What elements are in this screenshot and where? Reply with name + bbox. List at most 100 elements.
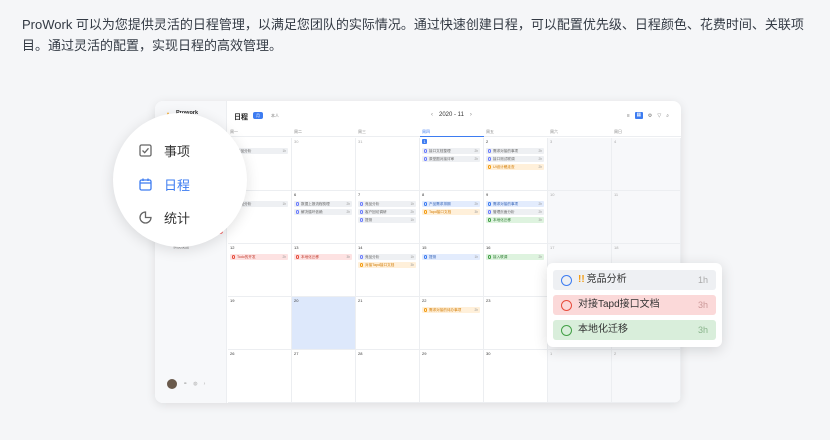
status-circle-icon[interactable] (359, 255, 364, 259)
day-cell[interactable]: 2 (612, 350, 681, 403)
status-circle-icon[interactable] (423, 255, 428, 259)
nav-item-schedule[interactable]: 日程 (139, 175, 190, 194)
day-cell[interactable]: 9 需求对接的事项 2h 管理页面分析 2h 本地化迁移 3h (484, 191, 548, 244)
schedule-event[interactable]: 需求对接的待办事项 2h (422, 307, 480, 313)
popup-item-localization[interactable]: 本地化迁移 3h (553, 320, 716, 340)
status-circle-icon[interactable] (423, 157, 428, 161)
schedule-event[interactable]: 对接Tapd接口文档 3h (358, 262, 416, 268)
day-cell[interactable]: 1 (548, 350, 612, 403)
day-cell[interactable]: 15 提测 1h (420, 244, 484, 297)
view-toggle-self[interactable]: 本人 (268, 112, 282, 119)
schedule-event[interactable]: 提测 1h (422, 254, 480, 260)
schedule-event[interactable]: 解决循环依赖 2h (294, 209, 352, 215)
day-cell[interactable]: 4 (612, 138, 681, 191)
day-cell[interactable]: 3 (548, 138, 612, 191)
day-number: 8 (422, 192, 425, 197)
popup-item-tapd-doc[interactable]: 对接Tapd接口文档 3h (553, 295, 716, 315)
status-circle-icon[interactable] (359, 263, 364, 267)
day-cell[interactable]: 2 需求对接的事项 2h 接口测试联调 2h UI设计稿走查 2h (484, 138, 548, 191)
nav-item-stats[interactable]: 统计 (139, 208, 190, 227)
status-circle-icon[interactable] (487, 149, 492, 153)
day-cell[interactable]: 10 (548, 191, 612, 244)
avatar[interactable] (167, 379, 177, 389)
day-cell[interactable]: 23 (484, 297, 548, 350)
nav-item-tasks[interactable]: 事项 (139, 141, 190, 160)
day-cell[interactable]: 11 (612, 191, 681, 244)
schedule-event[interactable]: 接口文档整理 2h (422, 148, 480, 154)
status-circle-icon[interactable] (561, 299, 572, 311)
day-cell[interactable]: 19 (228, 297, 292, 350)
schedule-event[interactable]: Todo的开发 2h (230, 254, 288, 260)
schedule-event[interactable]: 产品需求排期 2h (422, 201, 480, 207)
day-cell[interactable]: 20 (292, 297, 356, 350)
status-circle-icon[interactable] (295, 202, 300, 206)
day-cell[interactable]: 31 (356, 138, 420, 191)
status-circle-icon[interactable] (487, 202, 492, 206)
status-circle-icon[interactable] (359, 218, 364, 222)
status-circle-icon[interactable] (423, 202, 428, 206)
day-cell[interactable]: 8 产品需求排期 2h Tapd接口文档 3h (420, 191, 484, 244)
settings-icon[interactable]: ⚙ (648, 113, 652, 119)
schedule-popup: !! 竞品分析 1h 对接Tapd接口文档 3h 本地化迁移 3h (547, 263, 722, 347)
link-icon[interactable]: ⚭ (183, 381, 187, 387)
schedule-event[interactable]: 原型图对接评审 2h (422, 156, 480, 162)
collapse-icon[interactable]: › (204, 381, 206, 387)
schedule-event[interactable]: 本地化迁移 3h (486, 217, 544, 223)
day-cell[interactable]: 29 (420, 350, 484, 403)
view-toggle-month[interactable]: 月 (253, 112, 263, 119)
schedule-event[interactable]: 数据上报流程梳理 2h (294, 201, 352, 207)
schedule-event[interactable]: 本地化迁移 3h (294, 254, 352, 260)
schedule-event[interactable]: 管理页面分析 2h (486, 209, 544, 215)
status-circle-icon[interactable] (487, 157, 492, 161)
day-cell[interactable]: 30 (292, 138, 356, 191)
status-circle-icon[interactable] (359, 202, 364, 206)
schedule-event[interactable]: 接口测试联调 2h (486, 156, 544, 162)
day-cell[interactable]: 16 接入联调 2h (484, 244, 548, 297)
event-hours: 2h (410, 210, 414, 214)
schedule-event[interactable]: Tapd接口文档 3h (422, 209, 480, 215)
day-cell[interactable]: 30 (484, 350, 548, 403)
status-circle-icon[interactable] (561, 324, 572, 336)
list-view-icon[interactable]: ≡ (627, 113, 630, 119)
status-circle-icon[interactable] (231, 255, 236, 259)
search-icon[interactable]: ⌕ (666, 113, 669, 119)
filter-icon[interactable]: ▽ (657, 113, 661, 119)
day-cell[interactable]: 1 接口文档整理 2h 原型图对接评审 2h (420, 138, 484, 191)
prev-month-icon[interactable]: ‹ (431, 112, 433, 118)
status-circle-icon[interactable] (487, 218, 492, 222)
day-cell[interactable]: 12 Todo的开发 2h (228, 244, 292, 297)
day-cell[interactable]: 14 竞品分析 1h 对接Tapd接口文档 3h (356, 244, 420, 297)
schedule-event[interactable]: 提测 1h (358, 217, 416, 223)
priority-icon: !! (578, 274, 585, 285)
day-cell[interactable]: 13 本地化迁移 3h (292, 244, 356, 297)
status-circle-icon[interactable] (423, 149, 428, 153)
schedule-event[interactable]: 需求对接的事项 2h (486, 201, 544, 207)
day-cell[interactable]: 7 竞品分析 1h 客户回访调研 2h 提测 1h (356, 191, 420, 244)
status-circle-icon[interactable] (295, 255, 300, 259)
status-circle-icon[interactable] (487, 165, 492, 169)
schedule-event[interactable]: 接入联调 2h (486, 254, 544, 260)
day-cell[interactable]: 27 (292, 350, 356, 403)
popup-item-competitor-analysis[interactable]: !! 竞品分析 1h (553, 270, 716, 290)
status-circle-icon[interactable] (487, 255, 492, 259)
status-circle-icon[interactable] (487, 210, 492, 214)
status-circle-icon[interactable] (295, 210, 300, 214)
day-cell[interactable]: 26 (228, 350, 292, 403)
status-circle-icon[interactable] (423, 308, 428, 312)
status-circle-icon[interactable] (561, 274, 572, 286)
day-cell[interactable]: 21 (356, 297, 420, 350)
schedule-event[interactable]: 竞品分析 1h (358, 201, 416, 207)
event-hours: 3h (474, 210, 478, 214)
grid-view-icon[interactable]: ▦ (634, 112, 643, 119)
bell-icon[interactable]: ◍ (193, 381, 197, 387)
schedule-event[interactable]: 客户回访调研 2h (358, 209, 416, 215)
day-cell[interactable]: 6 数据上报流程梳理 2h 解决循环依赖 2h (292, 191, 356, 244)
status-circle-icon[interactable] (359, 210, 364, 214)
schedule-event[interactable]: 竞品分析 1h (358, 254, 416, 260)
next-month-icon[interactable]: › (470, 112, 472, 118)
schedule-event[interactable]: 需求对接的事项 2h (486, 148, 544, 154)
day-cell[interactable]: 22 需求对接的待办事项 2h (420, 297, 484, 350)
day-cell[interactable]: 28 (356, 350, 420, 403)
schedule-event[interactable]: UI设计稿走查 2h (486, 164, 544, 170)
status-circle-icon[interactable] (423, 210, 428, 214)
